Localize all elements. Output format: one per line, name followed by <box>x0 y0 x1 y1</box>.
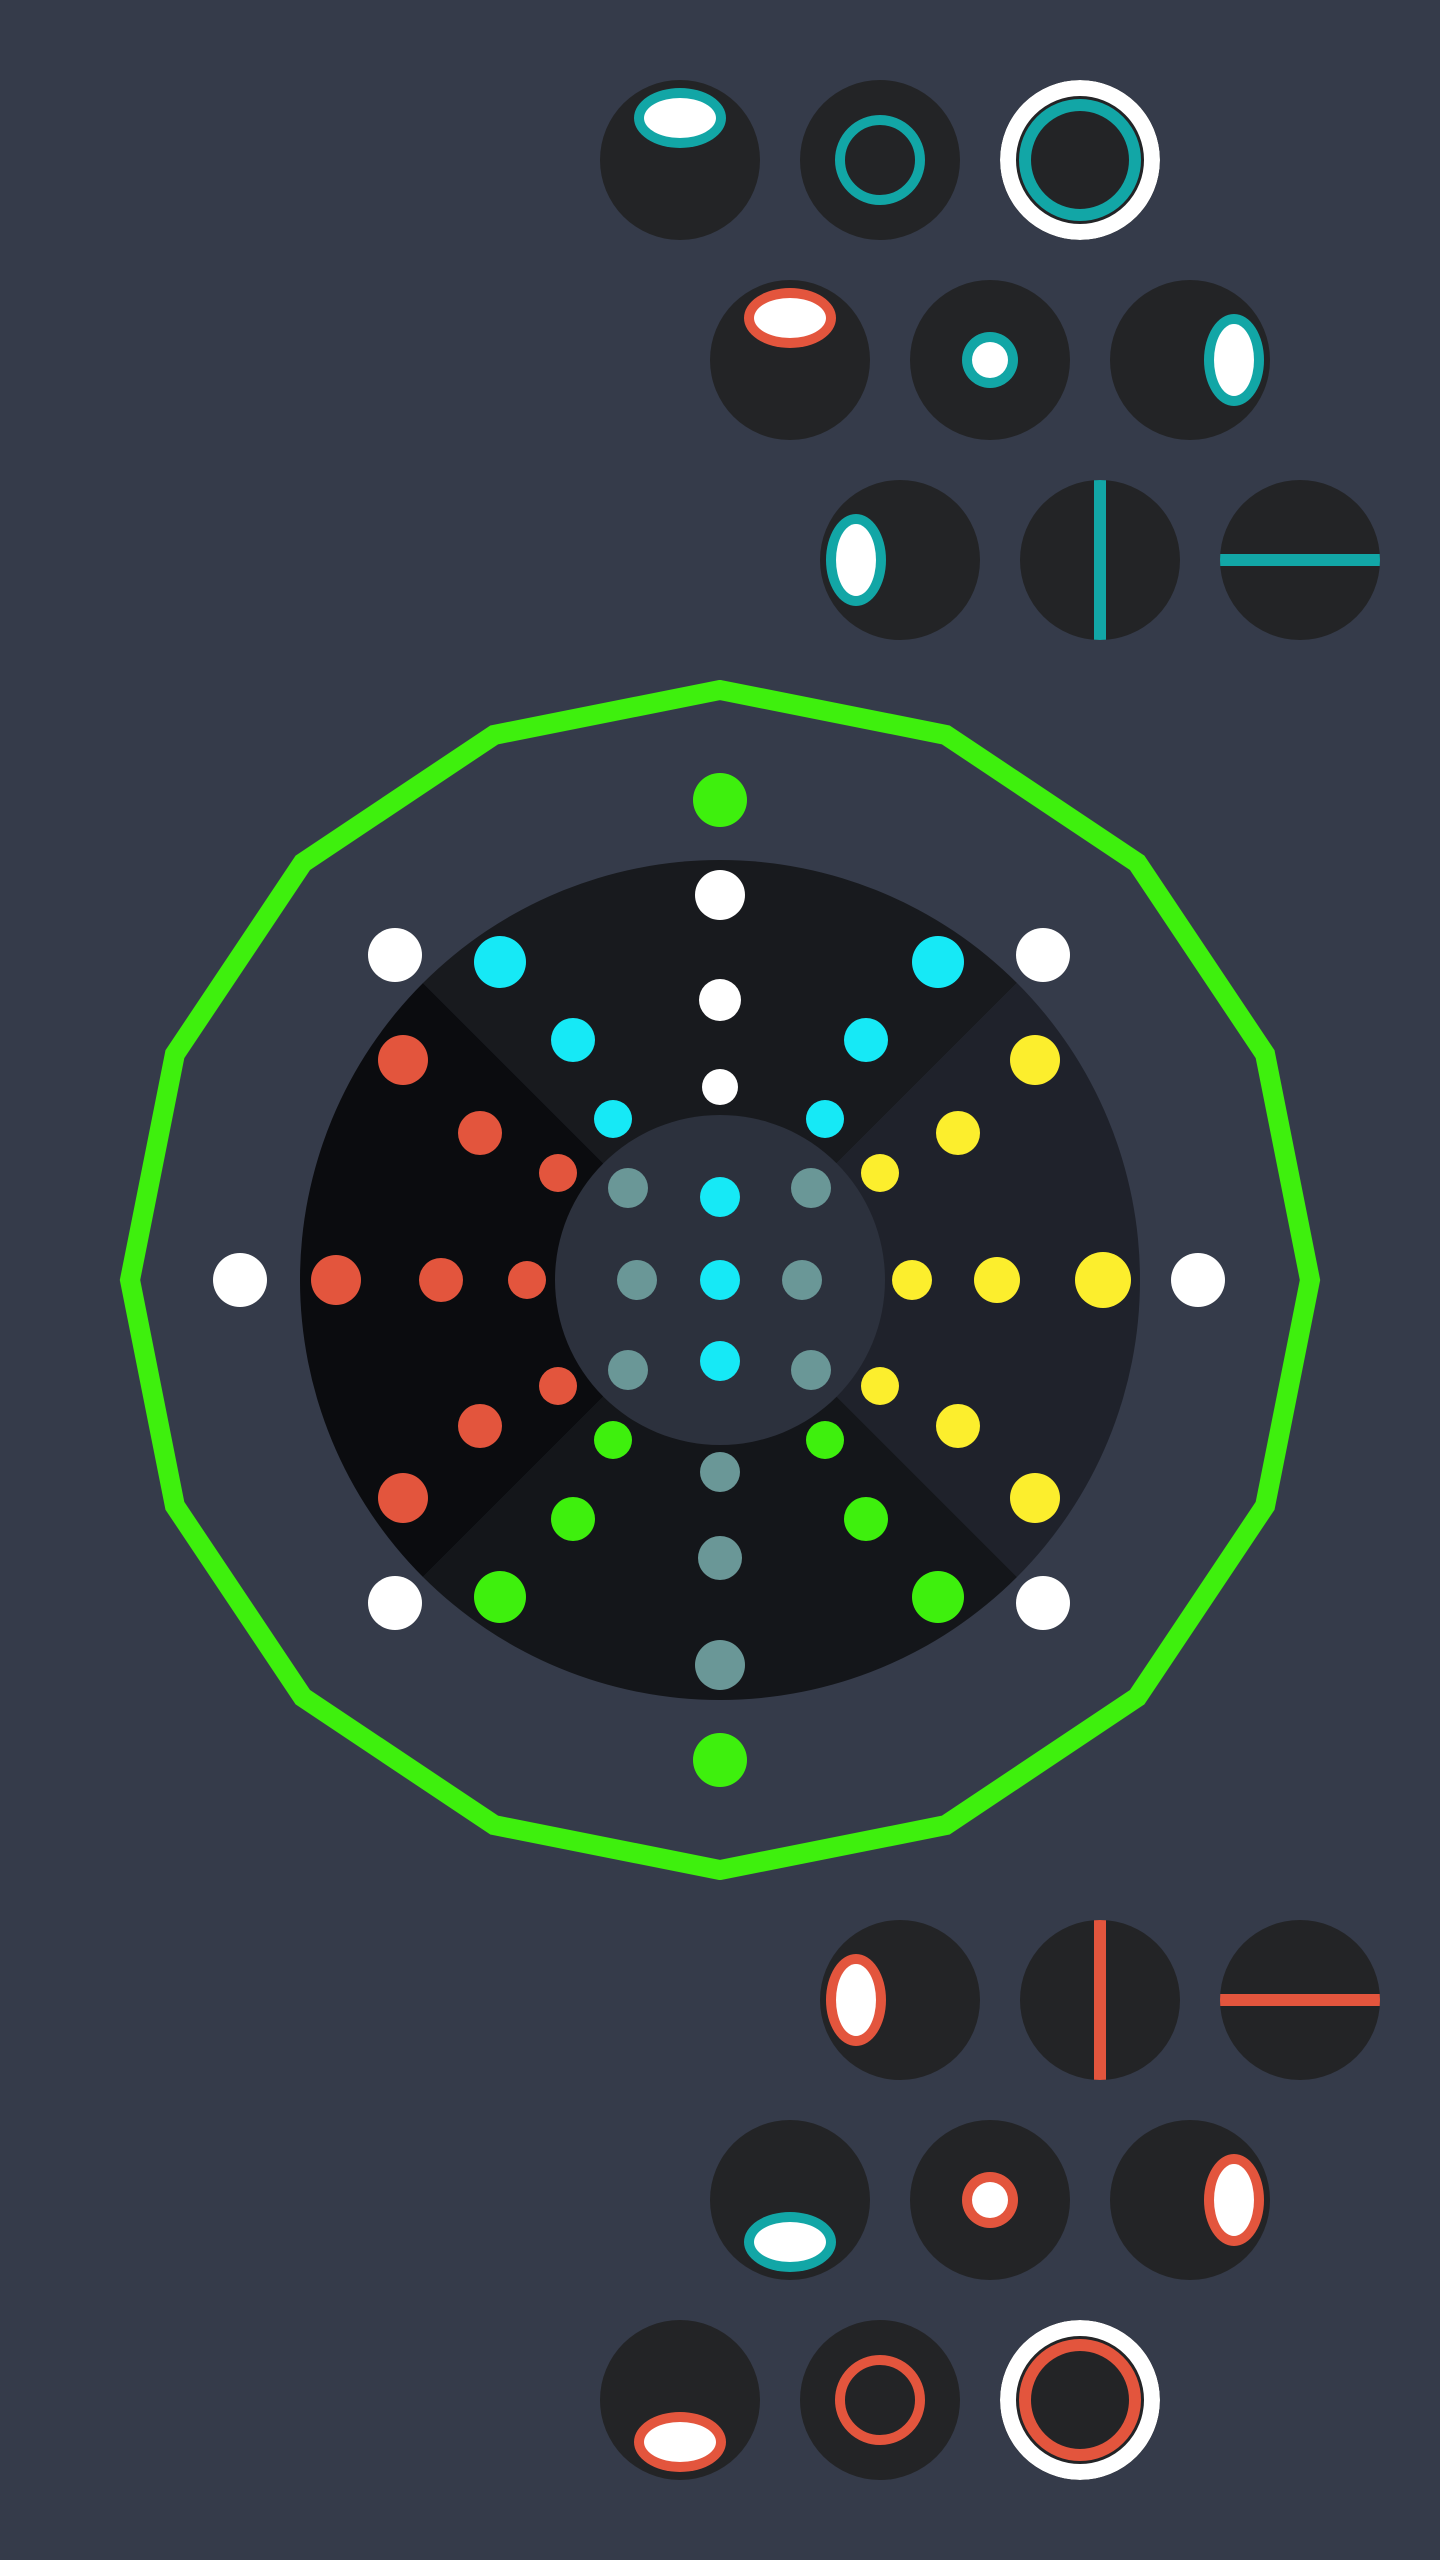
green-peg[interactable] <box>806 1421 844 1459</box>
white-peg[interactable] <box>699 979 741 1021</box>
yellow-peg[interactable] <box>861 1367 899 1405</box>
yellow-peg[interactable] <box>936 1404 980 1448</box>
cyan-peg[interactable] <box>844 1018 888 1062</box>
red-peg[interactable] <box>508 1261 546 1299</box>
control-tile[interactable] <box>1020 1920 1180 2080</box>
red-peg[interactable] <box>311 1255 361 1305</box>
yellow-peg[interactable] <box>861 1154 899 1192</box>
white-peg[interactable] <box>1016 928 1070 982</box>
gray-peg[interactable] <box>698 1536 742 1580</box>
control-tile[interactable] <box>1110 280 1270 440</box>
gray-peg[interactable] <box>617 1260 657 1300</box>
red-ring-medium-icon <box>835 2355 925 2445</box>
teal-ring-large-icon <box>1000 80 1160 240</box>
control-tile[interactable] <box>710 2120 870 2280</box>
control-tile[interactable] <box>1110 2120 1270 2280</box>
control-tile[interactable] <box>910 2120 1070 2280</box>
red-vertical-line-icon <box>1094 1920 1106 2080</box>
teal-ellipse-bottom-icon <box>744 2212 836 2272</box>
control-tile[interactable] <box>1220 480 1380 640</box>
red-peg[interactable] <box>378 1473 428 1523</box>
red-ring-large-icon <box>1000 2320 1160 2480</box>
control-tile[interactable] <box>820 480 980 640</box>
green-peg[interactable] <box>844 1497 888 1541</box>
white-peg[interactable] <box>368 928 422 982</box>
yellow-peg[interactable] <box>892 1260 932 1300</box>
gray-peg[interactable] <box>695 1640 745 1690</box>
control-tile[interactable] <box>910 280 1070 440</box>
white-peg[interactable] <box>368 1576 422 1630</box>
control-tile[interactable] <box>1000 80 1160 240</box>
gray-peg[interactable] <box>608 1350 648 1390</box>
white-peg[interactable] <box>1016 1576 1070 1630</box>
yellow-peg[interactable] <box>936 1111 980 1155</box>
gray-peg[interactable] <box>791 1168 831 1208</box>
control-tile[interactable] <box>600 80 760 240</box>
green-peg[interactable] <box>474 1571 526 1623</box>
control-tile[interactable] <box>1020 480 1180 640</box>
control-tile[interactable] <box>710 280 870 440</box>
control-tile[interactable] <box>1220 1920 1380 2080</box>
teal-ellipse-left-icon <box>826 514 886 606</box>
gray-peg[interactable] <box>791 1350 831 1390</box>
teal-ring-small-icon <box>962 332 1018 388</box>
yellow-peg[interactable] <box>974 1257 1020 1303</box>
cyan-peg[interactable] <box>700 1341 740 1381</box>
red-ellipse-right-icon <box>1204 2154 1264 2246</box>
yellow-peg[interactable] <box>1010 1473 1060 1523</box>
green-peg[interactable] <box>693 773 747 827</box>
white-peg[interactable] <box>695 870 745 920</box>
red-peg[interactable] <box>539 1154 577 1192</box>
yellow-peg[interactable] <box>1075 1252 1131 1308</box>
cyan-peg[interactable] <box>594 1100 632 1138</box>
control-tile[interactable] <box>600 2320 760 2480</box>
control-tile[interactable] <box>1000 2320 1160 2480</box>
green-peg[interactable] <box>912 1571 964 1623</box>
cyan-peg[interactable] <box>700 1177 740 1217</box>
red-peg[interactable] <box>419 1258 463 1302</box>
gray-peg[interactable] <box>608 1168 648 1208</box>
green-peg[interactable] <box>693 1733 747 1787</box>
cyan-peg[interactable] <box>551 1018 595 1062</box>
red-horizontal-line-icon <box>1220 1994 1380 2006</box>
gray-peg[interactable] <box>782 1260 822 1300</box>
red-peg[interactable] <box>458 1404 502 1448</box>
control-tile[interactable] <box>800 80 960 240</box>
cyan-peg[interactable] <box>912 936 964 988</box>
teal-horizontal-line-icon <box>1220 554 1380 566</box>
red-peg[interactable] <box>458 1111 502 1155</box>
red-peg[interactable] <box>378 1035 428 1085</box>
green-peg[interactable] <box>551 1497 595 1541</box>
game-board <box>119 680 1321 1880</box>
cyan-peg[interactable] <box>700 1260 740 1300</box>
cyan-peg[interactable] <box>474 936 526 988</box>
teal-ring-medium-icon <box>835 115 925 205</box>
white-peg[interactable] <box>1171 1253 1225 1307</box>
cyan-peg[interactable] <box>806 1100 844 1138</box>
teal-ellipse-top-icon <box>634 88 726 148</box>
red-peg[interactable] <box>539 1367 577 1405</box>
control-tile[interactable] <box>820 1920 980 2080</box>
white-peg[interactable] <box>702 1069 738 1105</box>
teal-vertical-line-icon <box>1094 480 1106 640</box>
red-ring-small-icon <box>962 2172 1018 2228</box>
red-ellipse-top-icon <box>744 288 836 348</box>
yellow-peg[interactable] <box>1010 1035 1060 1085</box>
red-ellipse-left-icon <box>826 1954 886 2046</box>
gray-peg[interactable] <box>700 1452 740 1492</box>
control-tile[interactable] <box>800 2320 960 2480</box>
red-ellipse-bottom-icon <box>634 2412 726 2472</box>
white-peg[interactable] <box>213 1253 267 1307</box>
teal-ellipse-right-icon <box>1204 314 1264 406</box>
green-peg[interactable] <box>594 1421 632 1459</box>
